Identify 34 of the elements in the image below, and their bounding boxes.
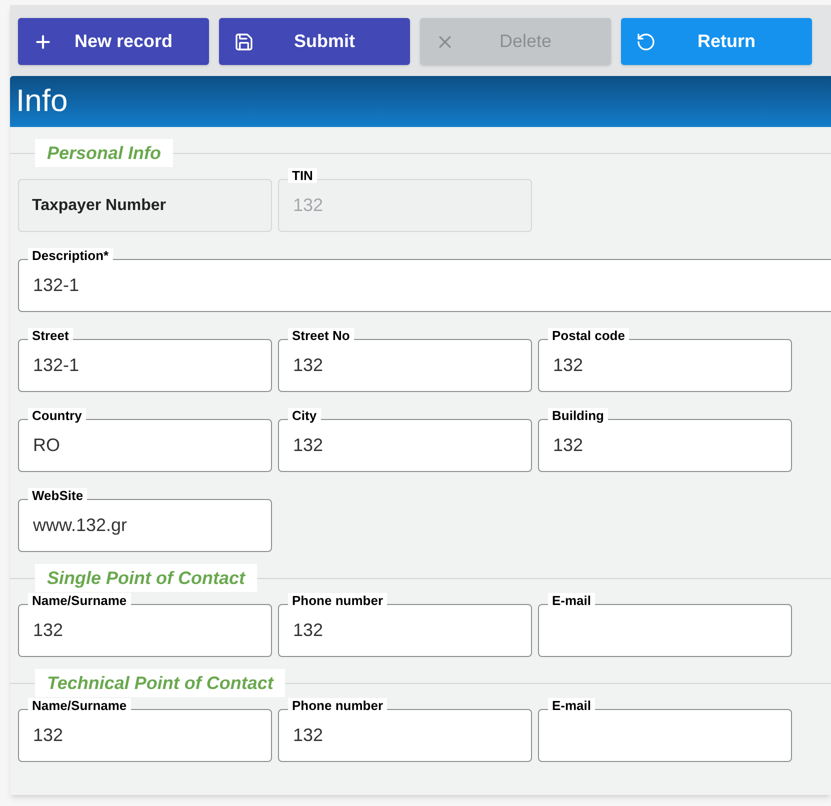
field-label: Country bbox=[28, 408, 86, 423]
section-heading: Single Point of Contact bbox=[35, 564, 257, 592]
input-field[interactable]: 132 bbox=[538, 339, 792, 392]
field-label: E-mail bbox=[548, 698, 596, 713]
field-label: Description* bbox=[28, 248, 113, 263]
taxpayer-label: Taxpayer Number bbox=[32, 196, 166, 216]
field-label: Postal code bbox=[548, 328, 629, 343]
input-field[interactable]: 132-1 bbox=[18, 339, 272, 392]
input-field[interactable]: 132 bbox=[278, 339, 532, 392]
field-label: TIN bbox=[288, 168, 317, 183]
input-field[interactable]: www.132.gr bbox=[18, 499, 272, 552]
field-label: Name/Surname bbox=[28, 593, 131, 608]
input-field[interactable]: 132 bbox=[18, 604, 272, 657]
field-label: Phone number bbox=[288, 593, 388, 608]
input-field[interactable]: 132 bbox=[278, 709, 532, 762]
input-field[interactable] bbox=[538, 604, 792, 657]
field-label: Street bbox=[28, 328, 73, 343]
save-icon bbox=[234, 32, 254, 52]
section-heading: Personal Info bbox=[35, 139, 174, 167]
field-label: Name/Surname bbox=[28, 698, 131, 713]
header-title: Info bbox=[16, 82, 68, 120]
input-field[interactable] bbox=[538, 709, 792, 762]
field-label: Building bbox=[548, 408, 608, 423]
input-field[interactable]: 132 bbox=[278, 604, 532, 657]
rotate-icon bbox=[636, 32, 656, 52]
field-label: City bbox=[288, 408, 321, 423]
input-field[interactable]: 132 bbox=[18, 709, 272, 762]
section-heading: Technical Point of Contact bbox=[35, 669, 286, 697]
toolbar-button[interactable]: Submit bbox=[219, 18, 410, 65]
field-label: Phone number bbox=[288, 698, 388, 713]
field-label: Street No bbox=[288, 328, 354, 343]
field-label: WebSite bbox=[28, 488, 88, 503]
field-label: E-mail bbox=[548, 593, 596, 608]
toolbar-button[interactable]: New record bbox=[18, 18, 209, 65]
